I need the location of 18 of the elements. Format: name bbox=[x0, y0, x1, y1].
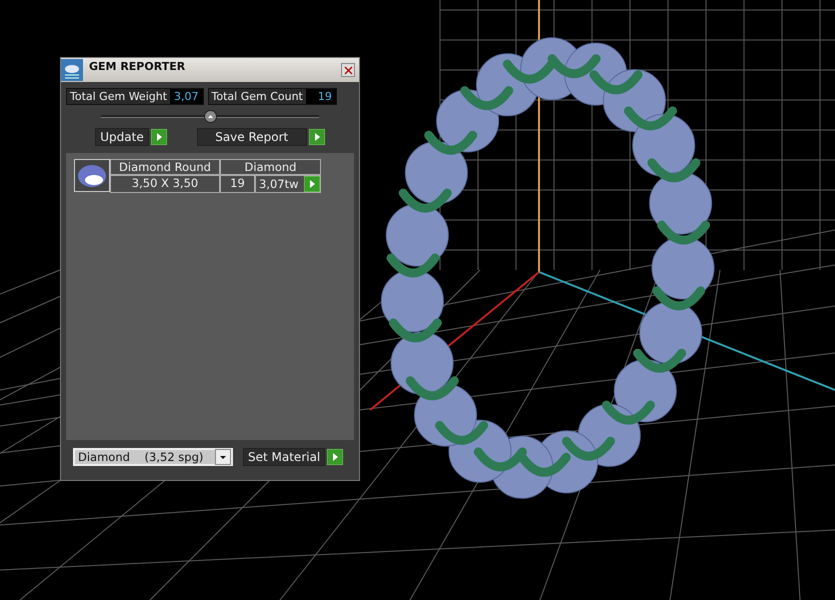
play-icon bbox=[308, 129, 325, 145]
gem-name-cell: Diamond Round bbox=[110, 159, 220, 175]
window-title: GEM REPORTER bbox=[89, 59, 186, 73]
gem-count-cell: 19 bbox=[220, 175, 255, 193]
total-label: Total Gem Count bbox=[210, 89, 304, 104]
play-icon bbox=[304, 176, 320, 192]
play-icon bbox=[327, 449, 344, 465]
total-value: 3,07 bbox=[170, 89, 203, 104]
gem-icon bbox=[77, 164, 107, 188]
gem-size-cell: 3,50 X 3,50 bbox=[110, 175, 220, 193]
gem-weight-cell[interactable]: 3,07tw bbox=[255, 175, 321, 193]
close-icon bbox=[344, 66, 352, 74]
total-value: 19 bbox=[306, 89, 336, 104]
close-button[interactable] bbox=[341, 63, 355, 77]
gem-material-cell: Diamond bbox=[220, 159, 321, 175]
total-label: Total Gem Weight bbox=[69, 89, 168, 104]
material-dropdown[interactable]: Diamond (3,52 spg) bbox=[73, 448, 233, 466]
play-icon bbox=[150, 129, 167, 145]
